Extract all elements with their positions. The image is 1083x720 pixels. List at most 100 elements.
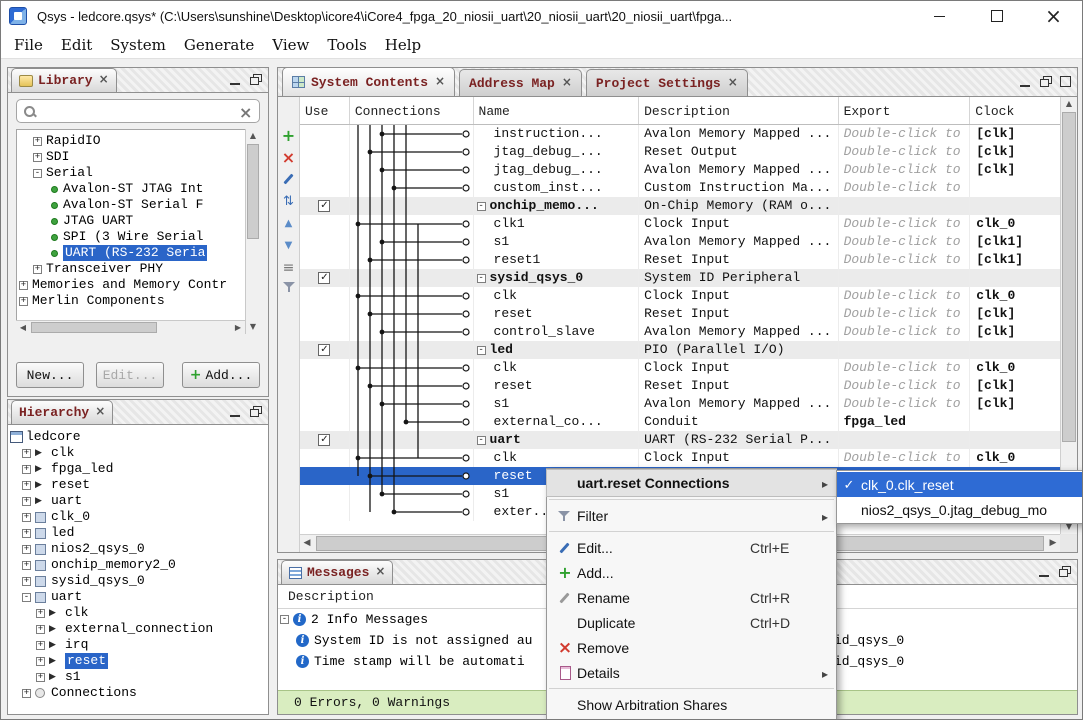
row-clock[interactable]: [clk] bbox=[970, 377, 1060, 395]
row-expander-icon[interactable] bbox=[476, 201, 486, 211]
row-export[interactable]: Double-click to bbox=[839, 359, 971, 377]
expander-icon[interactable] bbox=[36, 672, 45, 682]
row-export[interactable]: Double-click to bbox=[839, 449, 971, 467]
use-checkbox[interactable] bbox=[318, 272, 331, 284]
context-menu-item[interactable]: Rename Ctrl+R bbox=[547, 585, 836, 610]
library-tree-item[interactable]: Avalon-ST JTAG Int bbox=[17, 181, 259, 197]
row-export[interactable]: Double-click to bbox=[839, 323, 971, 341]
edit-component-button[interactable]: Edit... bbox=[96, 362, 164, 388]
library-tree-item[interactable]: SDI bbox=[17, 149, 259, 165]
expander-icon[interactable] bbox=[22, 464, 31, 474]
window-minimize-button[interactable] bbox=[911, 1, 968, 31]
scroll-up-icon[interactable] bbox=[1061, 97, 1077, 111]
submenu-item[interactable]: clk_0.clk_reset bbox=[837, 472, 1082, 497]
menu-item[interactable]: Edit bbox=[52, 33, 101, 57]
row-clock[interactable] bbox=[970, 341, 1060, 359]
hierarchy-tree-item[interactable]: led bbox=[8, 525, 268, 541]
scroll-left-icon[interactable] bbox=[16, 321, 30, 334]
connections-cell[interactable] bbox=[350, 269, 474, 287]
tab-close-icon[interactable] bbox=[561, 75, 572, 90]
use-checkbox[interactable] bbox=[318, 344, 331, 356]
row-clock[interactable]: [clk1] bbox=[970, 251, 1060, 269]
remove-row-icon[interactable] bbox=[280, 149, 297, 166]
row-clock[interactable]: [clk] bbox=[970, 305, 1060, 323]
table-row[interactable]: s1 Avalon Memory Mapped ... Double-click… bbox=[300, 395, 1060, 413]
connections-cell[interactable] bbox=[350, 251, 474, 269]
table-row[interactable]: control_slave Avalon Memory Mapped ... D… bbox=[300, 323, 1060, 341]
expander-icon[interactable] bbox=[22, 528, 31, 538]
tab-close-icon[interactable] bbox=[727, 75, 738, 90]
expander-icon[interactable] bbox=[22, 592, 31, 602]
connections-cell[interactable] bbox=[350, 323, 474, 341]
library-tree-item[interactable]: UART (RS-232 Seria bbox=[17, 245, 259, 261]
hierarchy-tab[interactable]: Hierarchy bbox=[11, 400, 114, 424]
expander-icon[interactable] bbox=[36, 656, 45, 666]
connections-cell[interactable] bbox=[350, 503, 474, 521]
library-tree-item[interactable]: Merlin Components bbox=[17, 293, 259, 309]
row-clock[interactable]: [clk] bbox=[970, 143, 1060, 161]
row-clock[interactable]: clk_0 bbox=[970, 359, 1060, 377]
row-export[interactable]: fpga_led bbox=[839, 413, 971, 431]
row-export[interactable]: Double-click to bbox=[839, 125, 971, 143]
expander-icon[interactable] bbox=[36, 624, 45, 634]
expander-icon[interactable] bbox=[33, 152, 42, 162]
move-down-icon[interactable] bbox=[280, 237, 297, 254]
expander-icon[interactable] bbox=[22, 512, 31, 522]
library-tree-item[interactable]: Transceiver PHY bbox=[17, 261, 259, 277]
library-minimize-button[interactable] bbox=[227, 73, 244, 87]
hierarchy-minimize-button[interactable] bbox=[227, 405, 244, 419]
table-row[interactable]: sysid_qsys_0 System ID Peripheral bbox=[300, 269, 1060, 287]
context-menu-item[interactable]: Show Arbitration Shares bbox=[547, 692, 836, 717]
table-row[interactable]: led PIO (Parallel I/O) bbox=[300, 341, 1060, 359]
scroll-left-icon[interactable] bbox=[300, 535, 314, 552]
row-export[interactable] bbox=[839, 341, 971, 359]
row-export[interactable]: Double-click to bbox=[839, 305, 971, 323]
expander-icon[interactable] bbox=[22, 480, 31, 490]
expander-icon[interactable] bbox=[19, 280, 28, 290]
hierarchy-tree-item[interactable]: reset bbox=[8, 653, 268, 669]
main-tab[interactable]: Address Map bbox=[459, 69, 582, 96]
connections-cell[interactable] bbox=[350, 395, 474, 413]
connections-cell[interactable] bbox=[350, 377, 474, 395]
connections-cell[interactable] bbox=[350, 233, 474, 251]
row-export[interactable] bbox=[839, 431, 971, 449]
main-restore-button[interactable] bbox=[1037, 75, 1054, 89]
row-clock[interactable]: [clk] bbox=[970, 395, 1060, 413]
scroll-up-icon[interactable] bbox=[246, 129, 260, 143]
connections-cell[interactable] bbox=[350, 197, 474, 215]
hierarchy-tree-item[interactable]: ledcore bbox=[8, 429, 268, 445]
row-expander-icon[interactable] bbox=[476, 435, 486, 445]
row-export[interactable] bbox=[839, 197, 971, 215]
messages-restore-button[interactable] bbox=[1056, 565, 1073, 579]
connections-cell[interactable] bbox=[350, 125, 474, 143]
table-row[interactable]: uart UART (RS-232 Serial P... bbox=[300, 431, 1060, 449]
library-tree-item[interactable]: JTAG UART bbox=[17, 213, 259, 229]
library-vertical-scrollbar[interactable] bbox=[245, 129, 260, 334]
table-row[interactable]: s1 Avalon Memory Mapped ... Double-click… bbox=[300, 233, 1060, 251]
row-expander-icon[interactable] bbox=[476, 273, 486, 283]
context-menu-item[interactable]: Add... bbox=[547, 560, 836, 585]
row-clock[interactable] bbox=[970, 431, 1060, 449]
hierarchy-close-icon[interactable] bbox=[94, 404, 105, 418]
row-clock[interactable]: [clk] bbox=[970, 161, 1060, 179]
messages-minimize-button[interactable] bbox=[1036, 565, 1053, 579]
use-checkbox[interactable] bbox=[318, 434, 331, 446]
table-row[interactable]: clk Clock Input Double-click to clk_0 bbox=[300, 287, 1060, 305]
hierarchy-tree-item[interactable]: s1 bbox=[8, 669, 268, 685]
column-header-clock[interactable]: Clock bbox=[970, 97, 1060, 124]
expander-icon[interactable] bbox=[19, 296, 28, 306]
edit-icon[interactable] bbox=[280, 171, 297, 188]
connections-cell[interactable] bbox=[350, 215, 474, 233]
column-header-description[interactable]: Description bbox=[639, 97, 839, 124]
library-tree-item[interactable]: Serial bbox=[17, 165, 259, 181]
hierarchy-tree-item[interactable]: reset bbox=[8, 477, 268, 493]
row-clock[interactable]: [clk] bbox=[970, 125, 1060, 143]
table-row[interactable]: clk Clock Input Double-click to clk_0 bbox=[300, 449, 1060, 467]
table-row[interactable]: instruction... Avalon Memory Mapped ... … bbox=[300, 125, 1060, 143]
row-export[interactable] bbox=[839, 269, 971, 287]
hierarchy-tree-item[interactable]: external_connection bbox=[8, 621, 268, 637]
row-clock[interactable]: clk_0 bbox=[970, 287, 1060, 305]
filter-icon[interactable] bbox=[282, 281, 296, 293]
table-row[interactable]: reset Reset Input Double-click to [clk] bbox=[300, 305, 1060, 323]
library-tree-item[interactable]: Memories and Memory Contr bbox=[17, 277, 259, 293]
